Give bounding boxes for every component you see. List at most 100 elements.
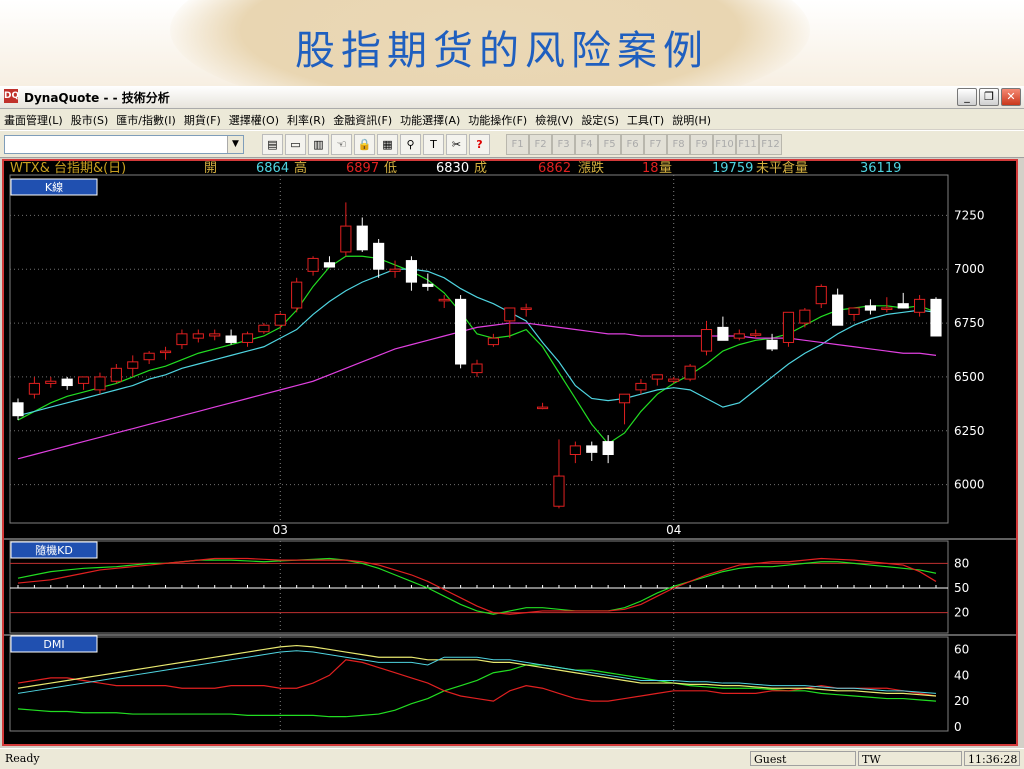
hand-icon[interactable]: ☜ — [331, 134, 352, 155]
fkey-f8[interactable]: F8 — [667, 134, 690, 155]
price-tick-label: 7000 — [954, 262, 985, 276]
symbol-combo[interactable]: ▼ — [4, 135, 244, 154]
fkey-f2[interactable]: F2 — [529, 134, 552, 155]
tools-icon[interactable]: ✂ — [446, 134, 467, 155]
candle-body — [832, 294, 844, 326]
menu-item-10[interactable]: 設定(S) — [577, 109, 623, 128]
help-icon[interactable]: ? — [469, 134, 490, 155]
chart-frame: WTX& 台指期&(日) 開 6864 高 6897 低 6830 成 6862 漲跌 18 量 197… — [2, 159, 1018, 746]
price-tick-label: 7250 — [954, 208, 985, 222]
status-bar: Ready Guest TW 11:36:28 — [0, 748, 1024, 769]
menu-item-11[interactable]: 工具(T) — [623, 109, 668, 128]
lock-icon[interactable]: 🔒 — [354, 134, 375, 155]
quote-open: 6864 — [256, 161, 289, 176]
candle-body — [45, 380, 57, 384]
close-button[interactable]: ✕ — [1001, 88, 1021, 106]
quote-symbol: WTX& 台指期&(日) — [10, 161, 126, 176]
candle-body — [77, 376, 90, 384]
quote-change: 18 — [642, 161, 659, 176]
candle-body — [225, 335, 237, 343]
candle-body — [864, 305, 877, 311]
candle-body — [684, 365, 696, 380]
dmi-tick-label: 20 — [954, 694, 969, 708]
price-tick-label: 6000 — [954, 478, 985, 492]
new-chart-icon[interactable]: ▤ — [262, 134, 283, 155]
candle-body — [323, 262, 336, 268]
quote-high: 6897 — [346, 161, 379, 176]
fkey-f12[interactable]: F12 — [759, 134, 782, 155]
fkey-f6[interactable]: F6 — [621, 134, 644, 155]
candle-body — [766, 339, 778, 350]
candle-body — [356, 225, 368, 251]
menu-item-4[interactable]: 選擇權(O) — [225, 109, 283, 128]
candle-body — [373, 242, 385, 270]
quote-qty-label: 量 — [659, 161, 672, 176]
dmi-tick-label: 40 — [954, 668, 969, 682]
month-label-04: 04 — [666, 523, 681, 537]
candle-body — [569, 445, 581, 456]
candle-body — [700, 329, 713, 352]
candle-body — [487, 337, 499, 346]
dmi-panel-title: DMI — [43, 638, 64, 651]
technical-chart[interactable]: WTX& 台指期&(日) 開 6864 高 6897 低 6830 成 6862 漲跌 18 量 197… — [4, 161, 1016, 744]
title-bar[interactable]: DQ DynaQuote - - 技術分析 _ ❐ ✕ — [0, 86, 1024, 109]
candle-body — [28, 382, 40, 395]
fkey-f7[interactable]: F7 — [644, 134, 667, 155]
minimize-button[interactable]: _ — [957, 88, 977, 106]
restore-button[interactable]: ❐ — [979, 88, 999, 106]
fkey-f11[interactable]: F11 — [736, 134, 759, 155]
chevron-down-icon[interactable]: ▼ — [227, 136, 243, 153]
candle-body — [635, 382, 647, 391]
menu-item-7[interactable]: 功能選擇(A) — [396, 109, 464, 128]
menu-item-12[interactable]: 說明(H) — [668, 109, 715, 128]
candle-body — [897, 303, 909, 309]
candle-body — [471, 363, 483, 374]
quote-low-label: 低 — [384, 161, 397, 176]
status-user: Guest — [750, 751, 856, 766]
candle-body — [258, 324, 270, 333]
menu-item-3[interactable]: 期貨(F) — [180, 109, 225, 128]
dmi-line-adxr — [17, 650, 937, 694]
k-panel-title: K線 — [45, 180, 63, 194]
menu-item-0[interactable]: 畫面管理(L) — [0, 109, 67, 128]
search-icon[interactable]: ⚲ — [400, 134, 421, 155]
candle-body — [750, 333, 762, 336]
price-tick-label: 6500 — [954, 370, 985, 384]
menu-item-5[interactable]: 利率(R) — [283, 109, 329, 128]
report-icon[interactable]: ▦ — [377, 134, 398, 155]
candle-body — [848, 307, 860, 315]
candle-body — [94, 376, 106, 391]
menu-item-8[interactable]: 功能操作(F) — [464, 109, 531, 128]
kd-tick-label: 20 — [954, 606, 969, 620]
menu-item-6[interactable]: 金融資訊(F) — [329, 109, 396, 128]
quote-close-label: 成 — [474, 161, 487, 176]
menu-item-9[interactable]: 檢視(V) — [531, 109, 577, 128]
moving-average-2 — [17, 322, 937, 460]
kd-panel-title: 隨機KD — [35, 543, 73, 557]
candle-body — [651, 374, 663, 380]
kd-tick-label: 50 — [954, 581, 969, 595]
color-bars-icon[interactable]: ▥ — [308, 134, 329, 155]
window-icon[interactable]: ▭ — [285, 134, 306, 155]
fkey-f1[interactable]: F1 — [506, 134, 529, 155]
menu-item-1[interactable]: 股市(S) — [67, 109, 113, 128]
slide-title: 股指期货的风险案例 — [295, 28, 709, 74]
moving-average-1 — [17, 268, 937, 417]
candle-body — [602, 441, 614, 456]
candle-body — [405, 260, 418, 283]
fkey-f4[interactable]: F4 — [575, 134, 598, 155]
candle-body — [553, 475, 565, 507]
text-tool-icon[interactable]: T — [423, 134, 444, 155]
fkey-f3[interactable]: F3 — [552, 134, 575, 155]
k-panel-border — [9, 174, 949, 524]
fkey-f10[interactable]: F10 — [713, 134, 736, 155]
menu-item-2[interactable]: 匯市/指數(I) — [112, 109, 180, 128]
candle-body — [815, 285, 827, 305]
quote-change-label: 漲跌 — [578, 161, 604, 176]
quote-oi-label: 未平倉量 — [756, 161, 808, 176]
fkey-f5[interactable]: F5 — [598, 134, 621, 155]
dmi-tick-label: 0 — [954, 720, 962, 734]
candle-body — [274, 313, 286, 326]
month-label-03: 03 — [273, 523, 288, 537]
fkey-f9[interactable]: F9 — [690, 134, 713, 155]
